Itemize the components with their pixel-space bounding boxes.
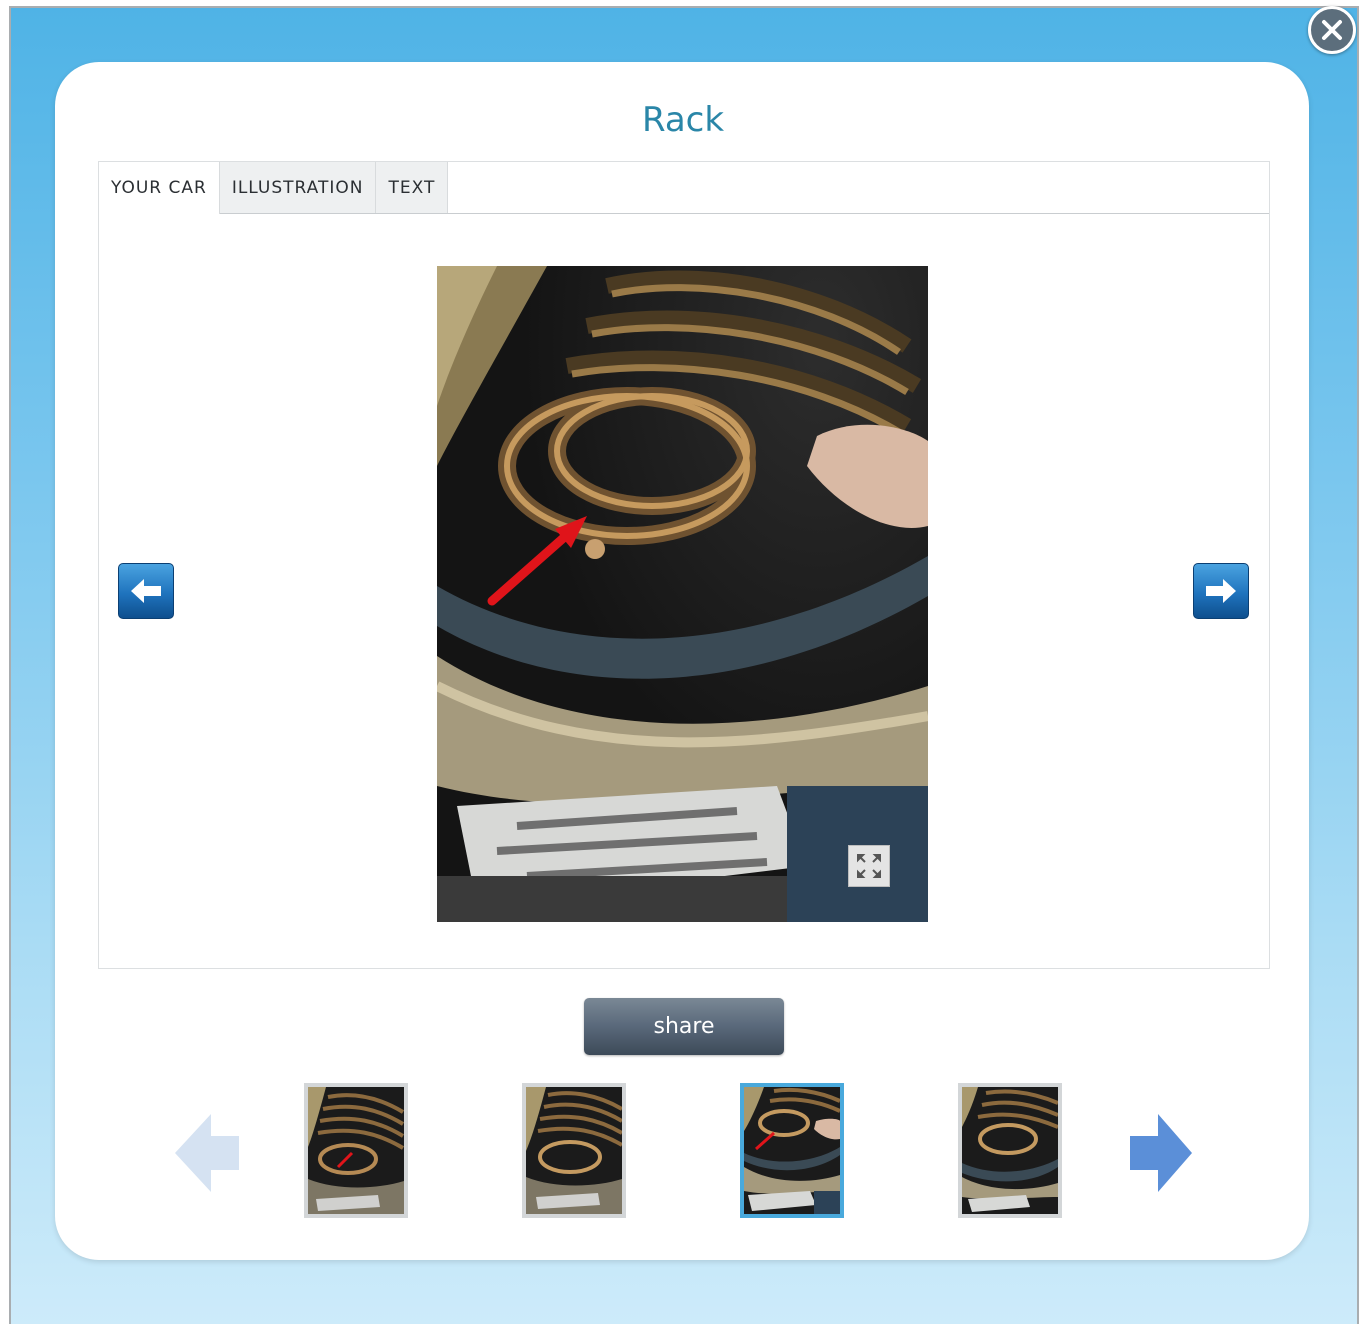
thumbnail-2[interactable]: [522, 1083, 626, 1218]
thumbnail-arrow-right-icon: [1130, 1114, 1192, 1192]
thumbnail-3-selected[interactable]: [740, 1083, 844, 1218]
tab-bar: YOUR CAR ILLUSTRATION TEXT: [99, 162, 1269, 214]
dialog-title: Rack: [641, 100, 725, 140]
thumbnail-next-button[interactable]: [1128, 1112, 1194, 1194]
share-button[interactable]: share: [584, 998, 784, 1055]
expand-image-button[interactable]: [848, 845, 890, 887]
arrow-left-icon: [131, 579, 161, 603]
arrow-right-icon: [1206, 579, 1236, 603]
thumbnail-arrow-left-icon: [175, 1114, 239, 1192]
next-image-button[interactable]: [1193, 563, 1249, 619]
close-button[interactable]: [1308, 6, 1356, 54]
main-car-photo: [437, 266, 928, 922]
thumbnail-1[interactable]: [304, 1083, 408, 1218]
expand-icon: [857, 854, 881, 878]
tab-text[interactable]: TEXT: [376, 162, 449, 213]
close-icon: [1322, 20, 1342, 40]
tab-your-car[interactable]: YOUR CAR: [99, 162, 220, 214]
tab-illustration[interactable]: ILLUSTRATION: [219, 162, 377, 213]
thumbnail-previous-button[interactable]: [175, 1112, 241, 1194]
thumbnail-4[interactable]: [958, 1083, 1062, 1218]
previous-image-button[interactable]: [118, 563, 174, 619]
